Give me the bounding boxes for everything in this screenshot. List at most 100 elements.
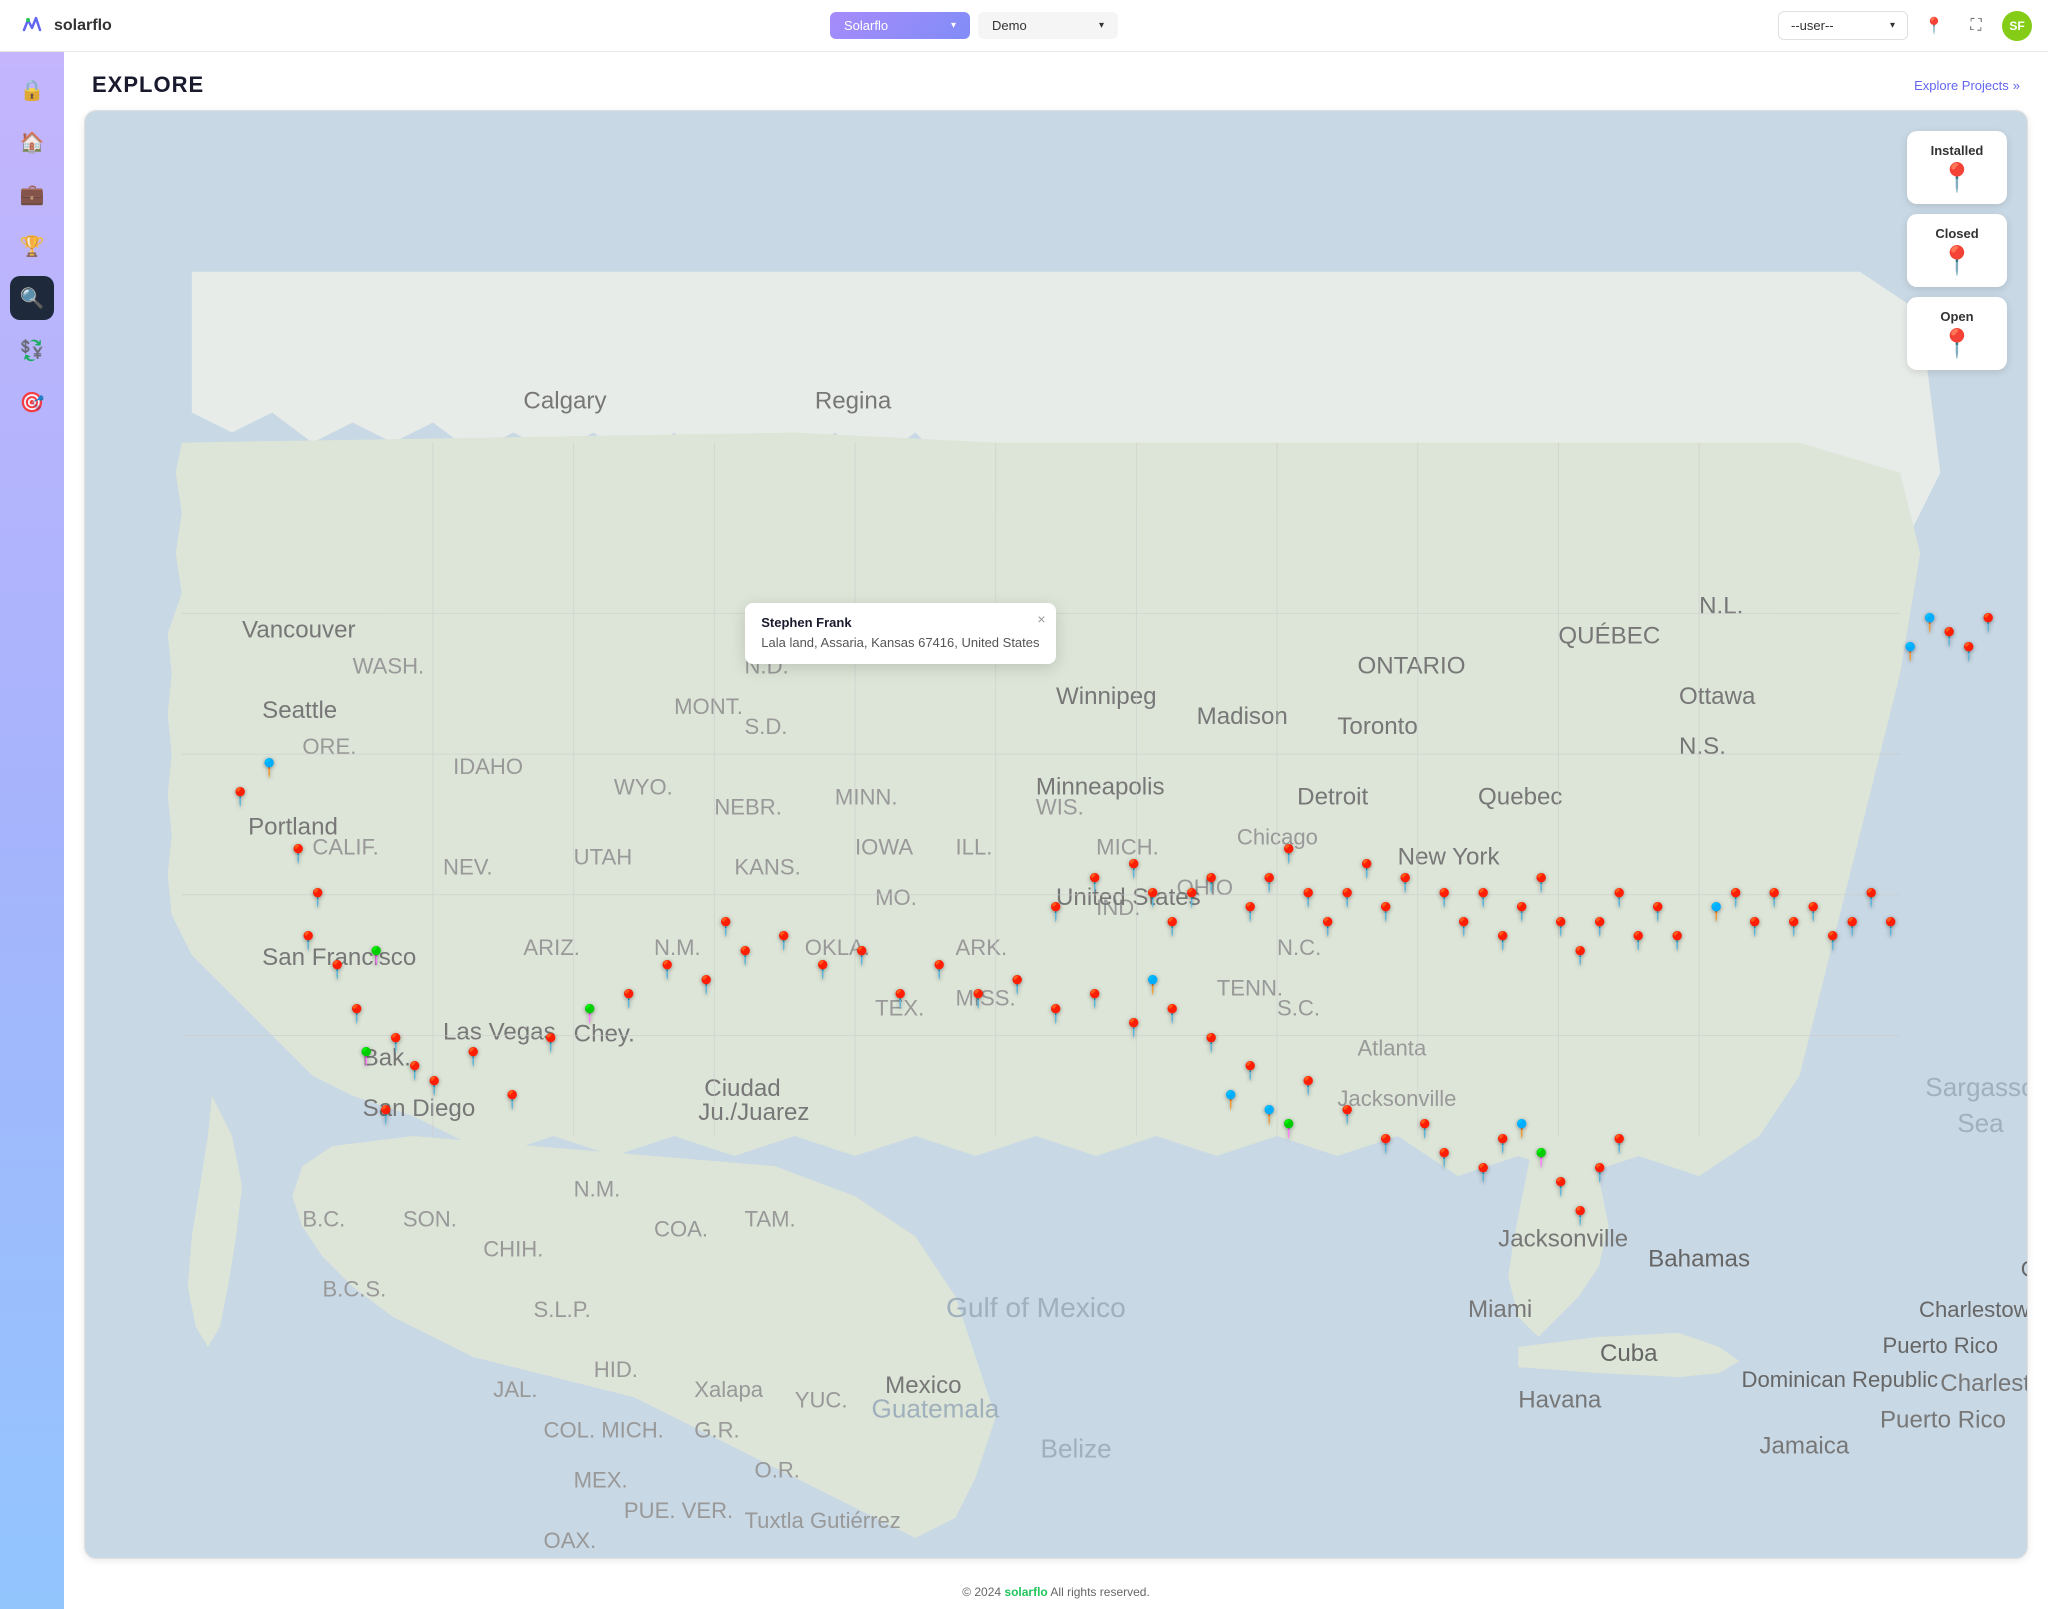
svg-text:Toronto: Toronto	[1337, 713, 1417, 740]
svg-text:Havana: Havana	[1518, 1386, 1602, 1413]
content-area: EXPLORE Explore Projects »	[64, 52, 2048, 1609]
footer-brand: solarflo	[1004, 1585, 1047, 1599]
svg-text:WYO.: WYO.	[614, 774, 673, 799]
svg-text:TAM.: TAM.	[744, 1206, 795, 1231]
svg-text:SON.: SON.	[403, 1206, 457, 1231]
svg-text:WASH.: WASH.	[353, 654, 425, 679]
svg-text:N.M.: N.M.	[574, 1176, 621, 1201]
svg-text:Jacksonville: Jacksonville	[1498, 1225, 1628, 1252]
svg-text:OKLA.: OKLA.	[805, 935, 870, 960]
svg-text:Charlestown: Charlestown	[1919, 1297, 2027, 1322]
svg-text:O.R.: O.R.	[755, 1458, 800, 1483]
svg-text:Madison: Madison	[1197, 703, 1288, 730]
svg-text:N.M.: N.M.	[654, 935, 701, 960]
legend-open-label: Open	[1940, 309, 1973, 324]
solarflo-dropdown[interactable]: Solarflo	[830, 12, 970, 39]
svg-text:MISS.: MISS.	[956, 985, 1016, 1010]
svg-text:ORE.: ORE.	[302, 734, 356, 759]
svg-text:Belize: Belize	[1041, 1434, 1112, 1464]
svg-text:ILL.: ILL.	[956, 835, 993, 860]
svg-text:S.C.: S.C.	[1277, 995, 1320, 1020]
fullscreen-icon-btn[interactable]: ⛶	[1960, 10, 1992, 42]
svg-text:Portland: Portland	[248, 814, 338, 841]
popup-close-button[interactable]: ×	[1037, 611, 1045, 627]
location-icon: 📍	[1924, 16, 1944, 36]
svg-text:Jacksonville: Jacksonville	[1337, 1086, 1456, 1111]
svg-text:Xalapa: Xalapa	[694, 1377, 764, 1402]
sidebar: 🔒 🏠 💼 🏆 🔍 💱 🎯	[0, 52, 64, 1609]
svg-text:IOWA: IOWA	[855, 835, 913, 860]
demo-dropdown[interactable]: Demo	[978, 12, 1118, 39]
legend-installed-pin: 📍	[1940, 164, 1975, 192]
svg-text:Miami: Miami	[1468, 1296, 1532, 1323]
page-header: EXPLORE Explore Projects »	[64, 52, 2048, 110]
sidebar-item-lock[interactable]: 🔒	[10, 68, 54, 112]
sidebar-item-trophy[interactable]: 🏆	[10, 224, 54, 268]
map-popup: × Stephen Frank Lala land, Assaria, Kans…	[745, 603, 1055, 664]
svg-text:San Diego: San Diego	[363, 1095, 476, 1122]
sidebar-item-target[interactable]: 🎯	[10, 380, 54, 424]
sidebar-item-finance[interactable]: 💱	[10, 328, 54, 372]
sidebar-item-explore[interactable]: 🔍	[10, 276, 54, 320]
svg-text:Bak.: Bak.	[363, 1045, 411, 1072]
svg-text:Sea: Sea	[1957, 1108, 2004, 1138]
svg-text:Chey.: Chey.	[574, 1021, 635, 1048]
svg-text:Ju./Juarez: Ju./Juarez	[698, 1099, 809, 1126]
svg-text:Ciudad: Ciudad	[704, 1075, 780, 1102]
svg-text:YUC.: YUC.	[795, 1387, 848, 1412]
explore-icon: 🔍	[20, 286, 45, 311]
svg-text:Seattle: Seattle	[262, 697, 337, 724]
svg-text:Dominican Republic: Dominican Republic	[1742, 1367, 1938, 1392]
page-title: EXPLORE	[92, 72, 204, 98]
sidebar-item-briefcase[interactable]: 💼	[10, 172, 54, 216]
svg-text:ONTARIO: ONTARIO	[1357, 653, 1465, 680]
svg-text:Regina: Regina	[815, 387, 892, 414]
legend-closed-pin: 📍	[1940, 247, 1975, 275]
sidebar-item-home[interactable]: 🏠	[10, 120, 54, 164]
svg-text:S.L.P.: S.L.P.	[533, 1297, 590, 1322]
user-dropdown[interactable]: --user--	[1778, 11, 1908, 40]
svg-text:HID.: HID.	[594, 1357, 638, 1382]
svg-text:COL. MICH.: COL. MICH.	[544, 1417, 664, 1442]
solarflo-logo-icon	[16, 10, 48, 42]
target-icon: 🎯	[20, 390, 45, 415]
svg-text:CHIH.: CHIH.	[483, 1237, 543, 1262]
popup-person-name: Stephen Frank	[761, 615, 1039, 630]
legend-installed-label: Installed	[1931, 143, 1984, 158]
fullscreen-icon: ⛶	[1970, 17, 1981, 35]
map-wrapper: Gulf of Mexico Sargasso Sea Belize Guate…	[84, 110, 2028, 1559]
svg-text:Calgary: Calgary	[523, 387, 606, 414]
svg-text:Puerto Rico: Puerto Rico	[1883, 1333, 1998, 1358]
header-right: --user-- 📍 ⛶ SF	[1772, 10, 2032, 42]
svg-text:Gulf of Mexico: Gulf of Mexico	[946, 1292, 1126, 1323]
svg-text:Tuxtla Gutiérrez: Tuxtla Gutiérrez	[744, 1508, 900, 1533]
svg-text:Puerto Rico: Puerto Rico	[1880, 1406, 2006, 1433]
svg-text:ARIZ.: ARIZ.	[523, 935, 579, 960]
svg-text:QUÉBEC: QUÉBEC	[1558, 623, 1660, 650]
svg-text:Charlestown: Charlestown	[1940, 1370, 2027, 1397]
svg-text:G.R.: G.R.	[694, 1417, 739, 1442]
popup-address: Lala land, Assaria, Kansas 67416, United…	[761, 634, 1039, 652]
svg-text:KANS.: KANS.	[734, 855, 800, 880]
svg-text:TEX.: TEX.	[875, 995, 924, 1020]
svg-text:Atlanta: Atlanta	[1357, 1036, 1426, 1061]
svg-text:PUE. VER.: PUE. VER.	[624, 1498, 733, 1523]
svg-text:MICH.: MICH.	[1096, 835, 1159, 860]
svg-text:ARK.: ARK.	[956, 935, 1008, 960]
legend-closed: Closed 📍	[1907, 214, 2007, 287]
legend-open: Open 📍	[1907, 297, 2007, 370]
explore-projects-link[interactable]: Explore Projects »	[1914, 78, 2020, 93]
home-icon: 🏠	[20, 130, 45, 155]
svg-text:TENN.: TENN.	[1217, 975, 1283, 1000]
svg-text:Mexico: Mexico	[885, 1372, 961, 1399]
svg-text:San Francisco: San Francisco	[262, 944, 416, 971]
footer: © 2024 solarflo All rights reserved.	[64, 1575, 2048, 1609]
location-icon-btn[interactable]: 📍	[1918, 10, 1950, 42]
legend-closed-label: Closed	[1935, 226, 1978, 241]
svg-text:Cuba: Cuba	[1600, 1340, 1658, 1367]
svg-text:COA.: COA.	[654, 1216, 708, 1241]
logo-area: solarflo	[16, 10, 176, 42]
map-container[interactable]: Gulf of Mexico Sargasso Sea Belize Guate…	[85, 111, 2027, 1558]
svg-text:Winnipeg: Winnipeg	[1056, 683, 1157, 710]
legend-installed: Installed 📍	[1907, 131, 2007, 204]
